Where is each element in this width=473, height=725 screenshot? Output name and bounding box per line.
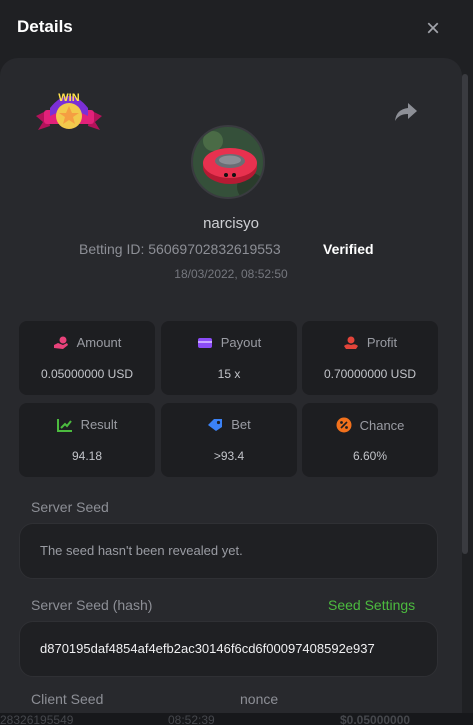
server-seed-hash-label: Server Seed (hash) [31,597,153,613]
client-seed-label: Client Seed [31,691,104,707]
money-hand-icon [343,336,358,349]
stat-value: 0.05000000 USD [40,367,134,381]
betting-id-label: Betting ID: [79,241,145,257]
chart-up-icon [56,419,72,432]
background-list-row: 28326195549 08:52:39 $0.05000000 [0,713,473,725]
close-icon: × [425,15,440,42]
coins-hand-icon [53,336,68,349]
stat-value: 94.18 [71,449,103,463]
verified-badge: Verified [323,241,374,257]
stat-card-payout: Payout 15 x [161,321,297,395]
share-icon[interactable] [393,98,419,124]
background-bet-id: 28326195549 [0,713,74,725]
betting-id-value: 56069702832619553 [148,241,281,257]
server-seed-value: The seed hasn't been revealed yet. [40,543,243,558]
avatar[interactable] [191,125,265,199]
percent-icon [336,417,352,433]
background-time: 08:52:39 [168,713,215,725]
stat-card-amount: Amount 0.05000000 USD [19,321,155,395]
username[interactable]: narcisyo [0,215,462,232]
modal-title: Details [17,17,73,36]
nonce-label: nonce [240,691,279,707]
stat-value: 15 x [217,367,241,381]
wallet-card-icon [197,338,212,348]
stat-label: Result [80,417,118,432]
background-amount: $0.05000000 [340,713,411,725]
close-button[interactable]: × [420,16,446,42]
scrollbar[interactable] [462,74,468,554]
stat-value: >93.4 [213,449,245,463]
tag-icon [208,419,223,431]
stat-label: Chance [359,418,405,433]
stat-label: Payout [220,335,262,350]
stat-label: Profit [366,335,398,350]
win-badge-text: WIN [58,92,79,104]
stat-value: 6.60% [352,449,388,463]
seed-settings-link[interactable]: Seed Settings [328,597,415,613]
bet-details-modal: Details × WIN narcisyo Betting ID: 56069… [0,0,473,725]
server-seed-hash-value: d870195daf4854af4efb2ac30146f6cd6f000974… [40,641,375,656]
stat-label: Amount [76,335,122,350]
stat-card-bet: Bet >93.4 [161,403,297,477]
avatar-image-icon [193,127,263,197]
stat-card-profit: Profit 0.70000000 USD [302,321,438,395]
modal-header: Details × [0,0,473,58]
stat-card-result: Result 94.18 [19,403,155,477]
server-seed-field[interactable]: The seed hasn't been revealed yet. [19,523,438,579]
details-content[interactable]: WIN narcisyo Betting ID: 560697028326195… [0,58,462,725]
server-seed-hash-field[interactable]: d870195daf4854af4efb2ac30146f6cd6f000974… [19,621,438,677]
stat-label: Bet [231,417,251,432]
server-seed-label: Server Seed [31,499,109,515]
bet-datetime: 18/03/2022, 08:52:50 [174,267,288,281]
betting-id-row: Betting ID: 56069702832619553 [79,241,281,257]
stat-value: 0.70000000 USD [323,367,417,381]
stat-card-chance: Chance 6.60% [302,403,438,477]
win-badge-icon: WIN [36,92,102,130]
